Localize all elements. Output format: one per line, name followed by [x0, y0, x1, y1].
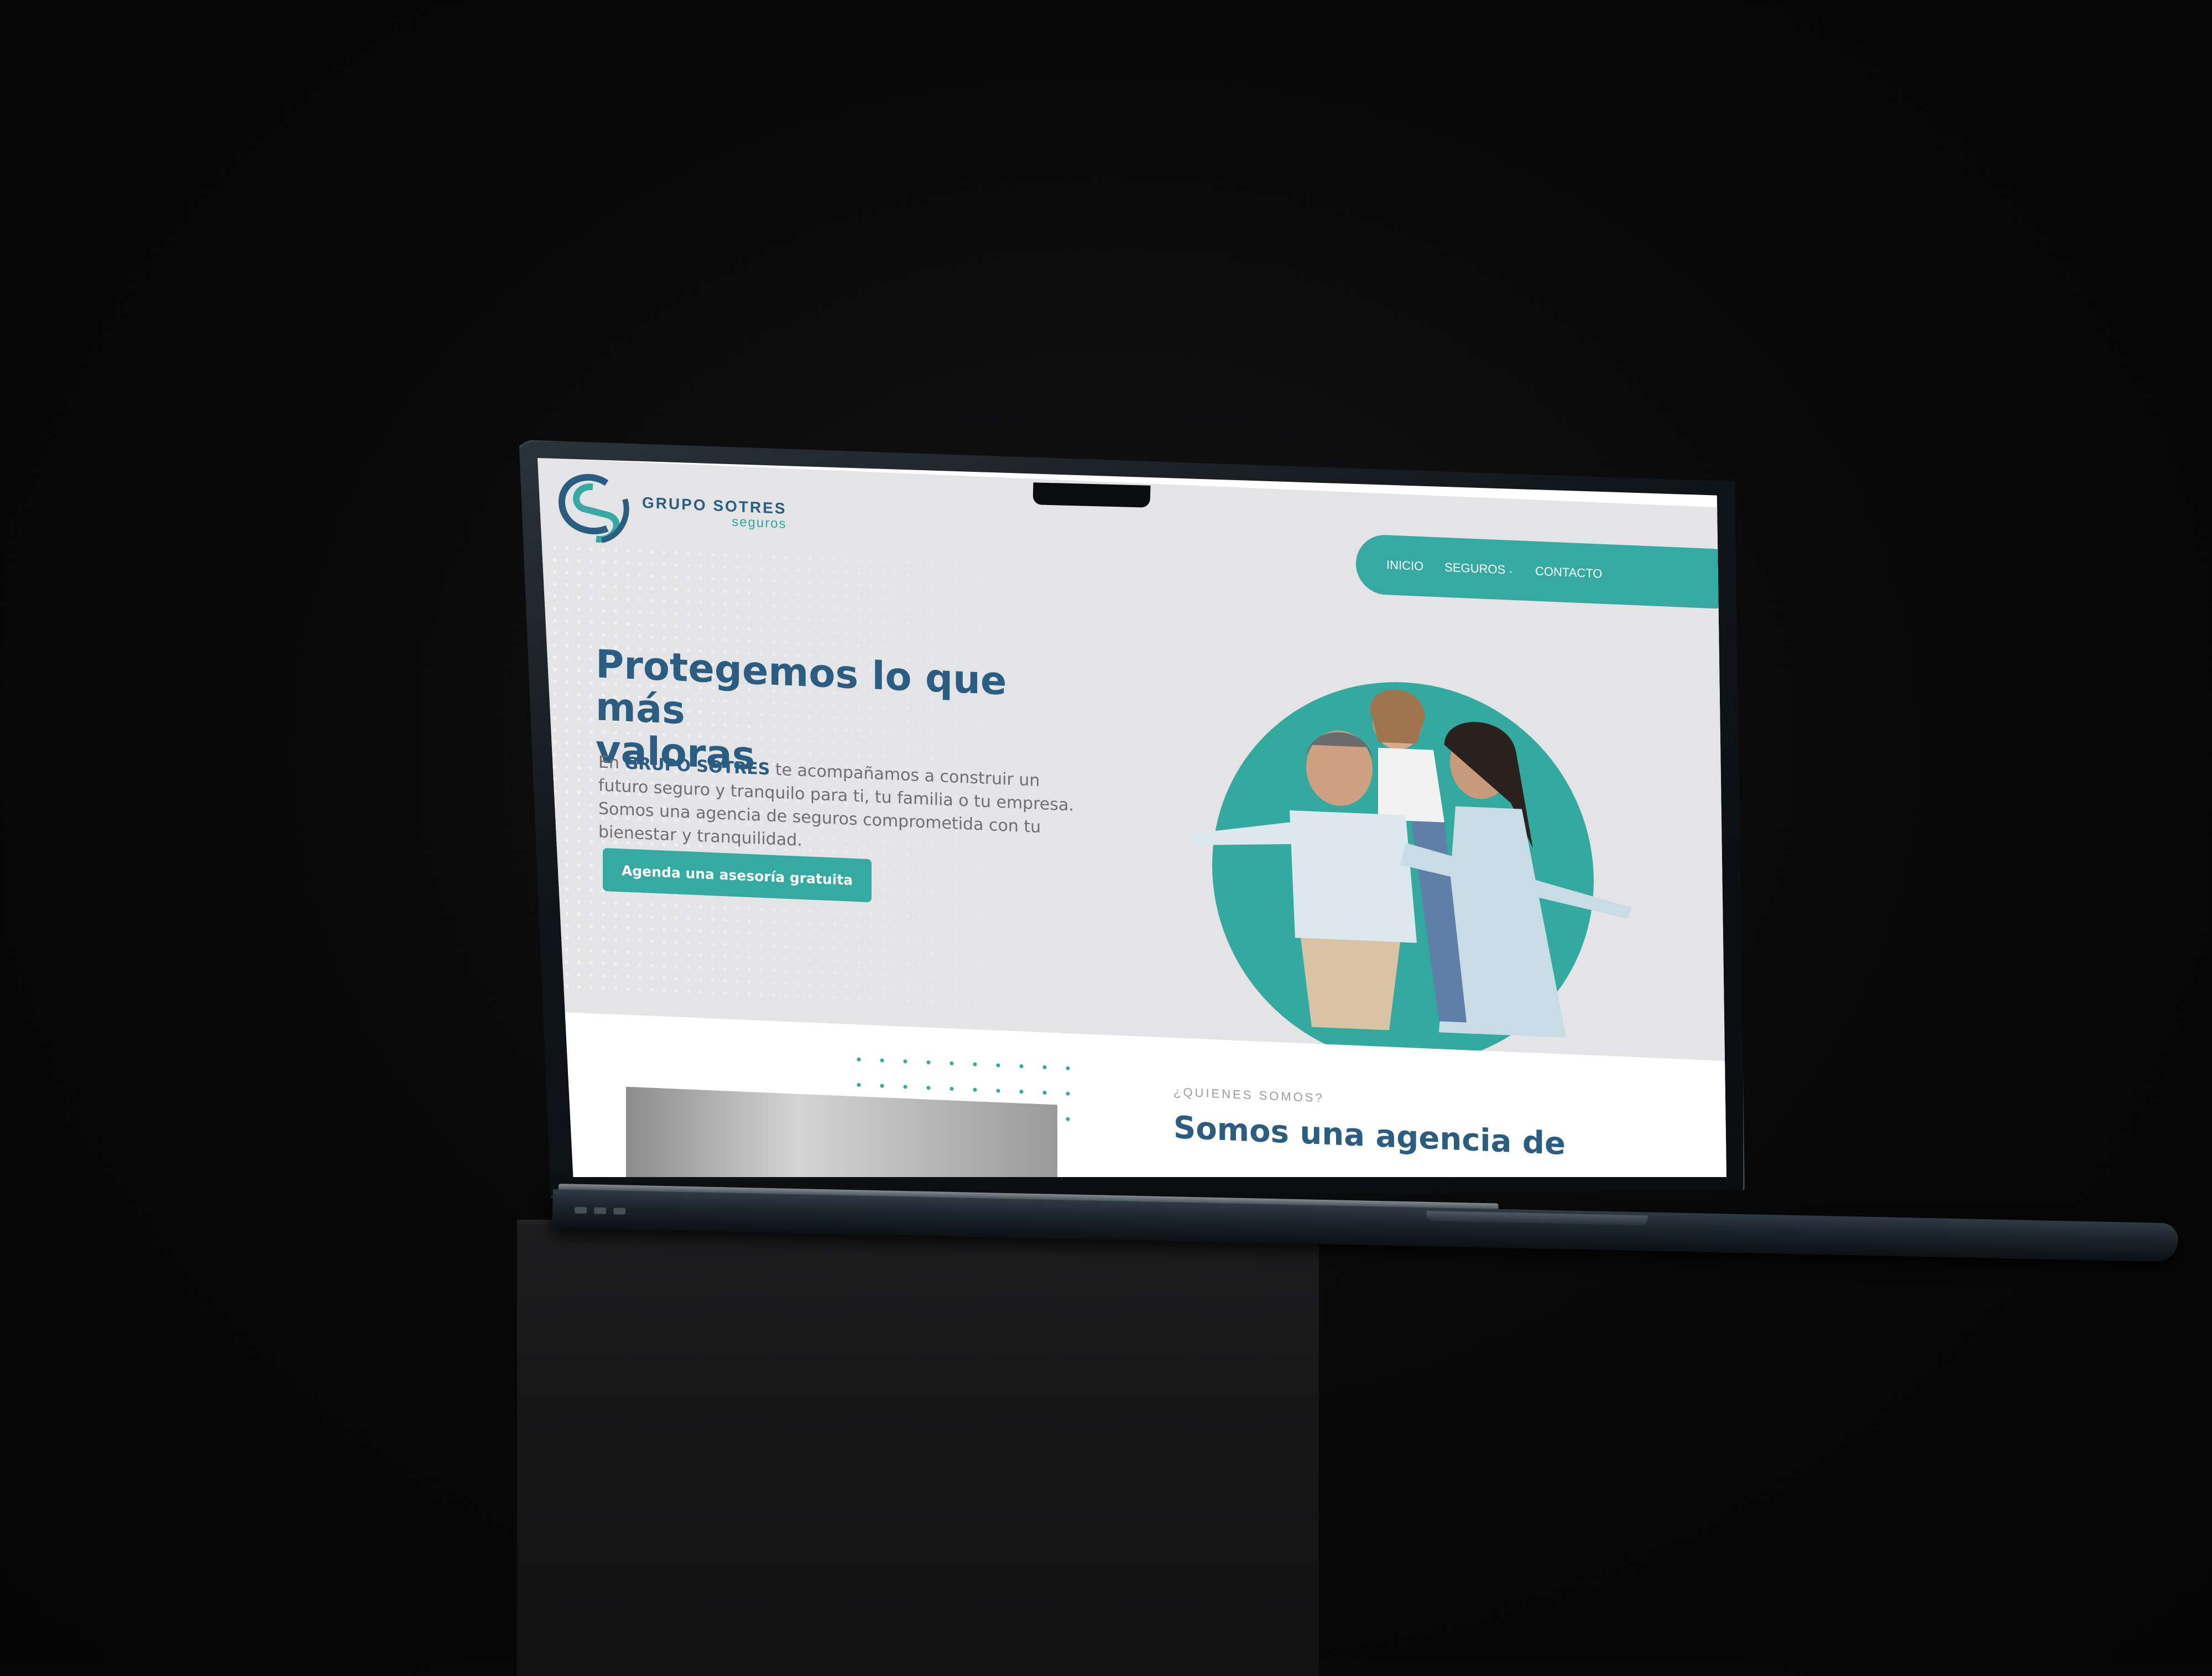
port [575, 1206, 587, 1214]
chevron-down-icon: ⌄ [1507, 565, 1514, 575]
family-photo [1190, 689, 1632, 1038]
hero-body-prefix: En [598, 752, 625, 773]
trackpad-notch [1426, 1211, 1648, 1226]
laptop-screen: GRUPO SOTRES seguros INICIO SEGUROS ⌄ CO… [538, 458, 1726, 1177]
pedestal [517, 1222, 1319, 1676]
main-nav: INICIO SEGUROS ⌄ CONTACTO [1356, 534, 1726, 610]
website-page: GRUPO SOTRES seguros INICIO SEGUROS ⌄ CO… [538, 458, 1726, 1177]
ports [575, 1205, 630, 1217]
port [594, 1207, 607, 1215]
port [613, 1207, 626, 1215]
hero-body-brand: GRUPO SOTRES [624, 753, 770, 779]
nav-seguros-label: SEGUROS [1444, 560, 1506, 577]
nav-contacto[interactable]: CONTACTO [1535, 564, 1602, 581]
nav-contacto-label: CONTACTO [1535, 564, 1603, 581]
nav-inicio[interactable]: INICIO [1386, 558, 1423, 574]
about-title: Somos una agencia de [1173, 1110, 1566, 1162]
nav-seguros[interactable]: SEGUROS ⌄ [1444, 560, 1514, 577]
about-eyebrow: ¿QUIENES SOMOS? [1173, 1085, 1324, 1105]
hero-section: GRUPO SOTRES seguros INICIO SEGUROS ⌄ CO… [538, 458, 1726, 1073]
logo[interactable]: GRUPO SOTRES seguros [554, 469, 787, 553]
nav-inicio-label: INICIO [1386, 558, 1424, 574]
camera-notch [1032, 482, 1151, 508]
gs-monogram-logo-icon [559, 473, 629, 543]
